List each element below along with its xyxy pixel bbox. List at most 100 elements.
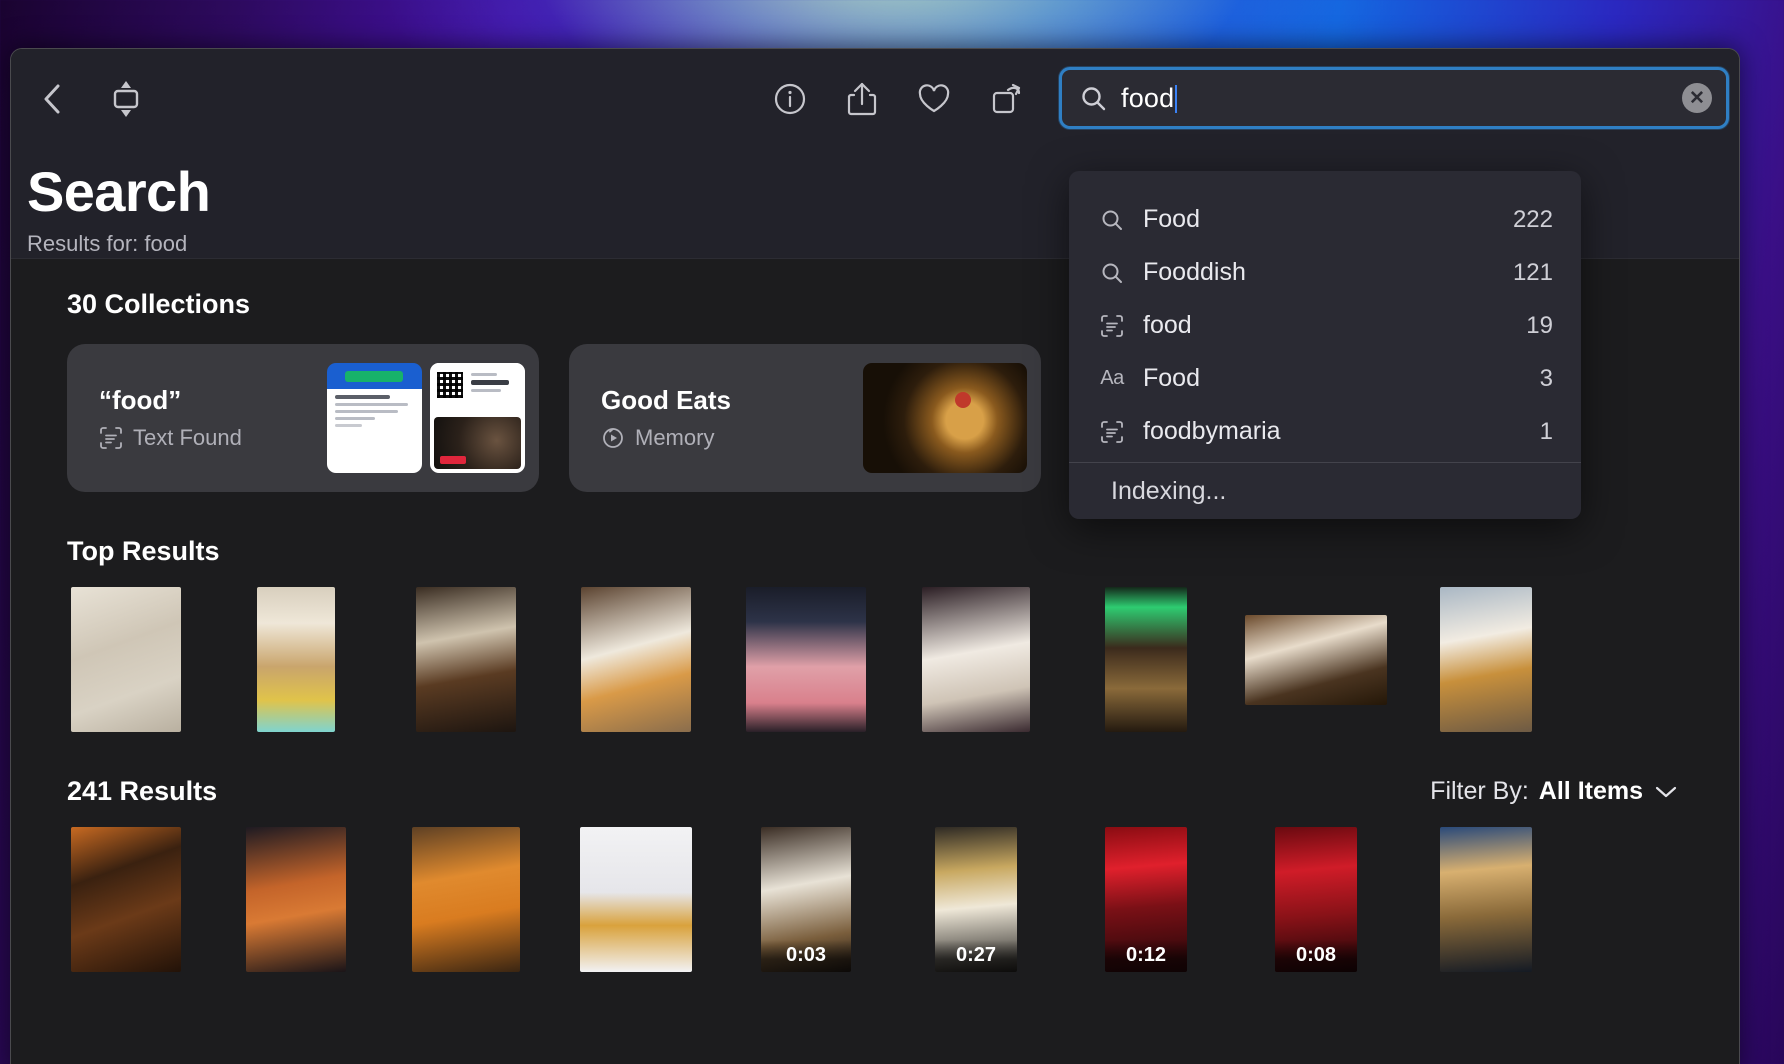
suggestion-count: 1 [1539, 417, 1553, 445]
filter-by-value: All Items [1538, 777, 1643, 805]
results-heading: 241 Results [67, 776, 218, 806]
search-icon [1099, 207, 1125, 233]
search-input[interactable]: food ✕ [1059, 67, 1729, 129]
thumbnail-item[interactable]: 0:12 [1061, 827, 1231, 972]
suggestion-label: food [1143, 311, 1192, 339]
thumbnail-item[interactable] [211, 827, 381, 972]
thumbnail-item[interactable]: 0:08 [1231, 827, 1401, 972]
memory-play-icon [601, 426, 625, 450]
video-duration-badge: 0:08 [1275, 940, 1357, 972]
text-caret [1175, 84, 1178, 113]
back-button[interactable] [29, 76, 75, 122]
red-light-bar-video: 0:12 [1105, 827, 1187, 972]
filter-by-label: Filter By: [1430, 777, 1529, 805]
neon-bar-photo [1105, 587, 1187, 732]
thumbnail-item[interactable] [41, 827, 211, 972]
aa-text-icon: Aa [1100, 367, 1124, 389]
ticket-top [430, 363, 525, 415]
rice-dish-photo [581, 587, 691, 732]
suggestion-count: 3 [1539, 364, 1553, 392]
top-results-row[interactable] [41, 587, 1739, 732]
suggestion-count: 222 [1512, 205, 1553, 233]
photos-app-window: food ✕ Search Results for: food 30 Colle… [10, 48, 1740, 1064]
text-scan-icon [1099, 313, 1125, 339]
steak-board-photo [71, 827, 181, 972]
food-photo-thumbnail [863, 363, 1027, 473]
pink-bowl-photo [746, 587, 866, 732]
movie-poster [434, 417, 521, 469]
search-suggestions-dropdown[interactable]: Food 222 Fooddish 121 food 19 Aa Food 3 … [1069, 171, 1581, 519]
chevron-down-icon [1653, 783, 1679, 801]
suggestion-item[interactable]: foodbymaria 1 [1069, 405, 1581, 458]
donuts-box-photo [257, 587, 335, 732]
thumbnail-item[interactable]: 0:27 [891, 827, 1061, 972]
collection-subtitle: Memory [635, 425, 715, 450]
suggestion-count: 19 [1526, 311, 1553, 339]
results-row[interactable]: 0:03 0:27 0:12 0:08 [41, 827, 1739, 972]
heart-icon[interactable] [911, 76, 957, 122]
suggestion-item[interactable]: Fooddish 121 [1069, 246, 1581, 299]
thumbnail-item[interactable] [1401, 827, 1571, 972]
video-duration-badge: 0:27 [935, 940, 1017, 972]
thumbnail-item[interactable]: 0:03 [721, 827, 891, 972]
rotate-icon[interactable] [983, 76, 1029, 122]
thumbnail-item[interactable] [1231, 587, 1401, 732]
page-title: Search [27, 160, 211, 223]
collection-card-good-eats[interactable]: Good Eats Memory [569, 344, 1041, 492]
collection-card-text-found[interactable]: “food” Text Found [67, 344, 539, 492]
results-header: 241 Results Filter By: All Items [11, 776, 1739, 807]
ticket-thumbnail [430, 363, 525, 473]
suggestion-item[interactable]: Food 222 [1069, 193, 1581, 246]
thumbnail-item[interactable] [891, 587, 1061, 732]
thumbnail-item[interactable] [381, 587, 551, 732]
search-icon [1080, 85, 1107, 112]
filter-by-dropdown[interactable]: Filter By: All Items [1430, 777, 1679, 806]
thumbnail-item[interactable] [211, 587, 381, 732]
drink-hand-photo [246, 827, 346, 972]
fried-food-photo [1440, 827, 1532, 972]
thumbnail-item[interactable] [41, 587, 211, 732]
share-icon[interactable] [839, 76, 885, 122]
expand-vertical-icon[interactable] [103, 76, 149, 122]
dessert-table-photo [922, 587, 1030, 732]
collection-thumbnails [327, 363, 525, 473]
restaurant-table-photo [1245, 614, 1387, 705]
suggestion-label: Food [1143, 364, 1200, 392]
document-lines [335, 395, 414, 431]
suggestion-label: Food [1143, 205, 1200, 233]
thumbnail-item[interactable] [1401, 587, 1571, 732]
suggestion-count: 121 [1512, 258, 1553, 286]
qr-code-icon [437, 372, 463, 398]
document-thumbnail [327, 363, 422, 473]
plated-dish-photo [1440, 587, 1532, 732]
collection-subtitle-row: Memory [601, 425, 731, 451]
breakfast-plate-photo [71, 587, 181, 732]
thumbnail-item[interactable] [381, 827, 551, 972]
suggestion-label: Fooddish [1143, 258, 1246, 286]
search-input-value: food [1121, 83, 1668, 114]
steak-plate-photo [416, 587, 516, 732]
clear-search-button[interactable]: ✕ [1682, 83, 1712, 113]
info-circle-icon[interactable] [767, 76, 813, 122]
thumbnail-item[interactable] [1061, 587, 1231, 732]
dropdown-top-padding [1069, 171, 1581, 193]
two-drinks-photo [412, 827, 520, 972]
suggestion-item[interactable]: Aa Food 3 [1069, 352, 1581, 405]
table-spread-video: 0:27 [935, 827, 1017, 972]
red-room-video: 0:08 [1275, 827, 1357, 972]
suggestion-label: foodbymaria [1143, 417, 1281, 445]
video-duration-badge: 0:12 [1105, 940, 1187, 972]
collection-title: Good Eats [601, 385, 732, 415]
thumbnail-item[interactable] [551, 827, 721, 972]
video-duration-badge: 0:03 [761, 940, 851, 972]
dessert-plate-video: 0:03 [761, 827, 851, 972]
thumbnail-item[interactable] [721, 587, 891, 732]
collection-subtitle-row: Text Found [99, 425, 242, 451]
toolbar: food ✕ [11, 49, 1739, 149]
thumbnail-item[interactable] [551, 587, 721, 732]
suggestion-item[interactable]: food 19 [1069, 299, 1581, 352]
indexing-status: Indexing... [1111, 476, 1227, 505]
collection-title: “food” [99, 385, 182, 415]
collection-subtitle: Text Found [133, 425, 242, 450]
top-results-heading: Top Results [67, 536, 220, 566]
